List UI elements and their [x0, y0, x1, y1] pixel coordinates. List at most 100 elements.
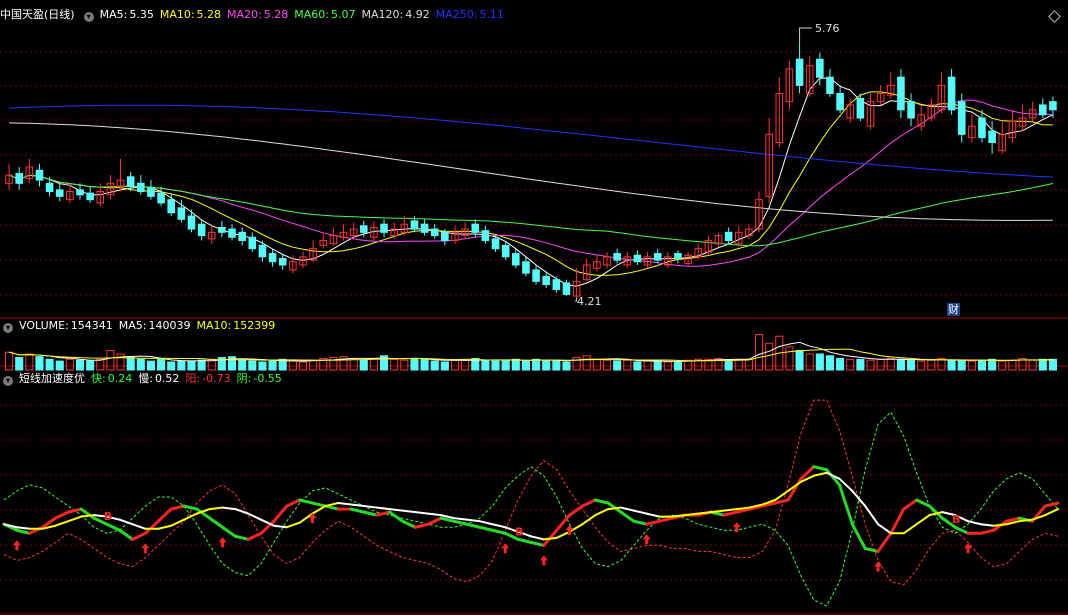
volume-bar	[15, 357, 24, 371]
volume-bar	[146, 360, 155, 371]
slow-line-segment	[54, 520, 70, 527]
volume-bar	[440, 361, 449, 371]
fast-line-segment	[388, 510, 404, 523]
volume-bar	[309, 359, 318, 371]
slow-line-segment	[427, 512, 443, 517]
volume-bar	[400, 359, 409, 371]
volume-bar	[359, 359, 368, 371]
fast-line-segment	[246, 531, 263, 541]
candle-body	[167, 199, 176, 214]
candle-body	[522, 261, 530, 274]
buy-signal-label: B	[515, 525, 523, 538]
slow-line-segment	[362, 505, 378, 509]
indicator-label: MA250:	[435, 8, 478, 21]
stock-name[interactable]: 中国天盈	[0, 8, 44, 21]
candle-body	[197, 223, 206, 237]
candle-body	[1039, 104, 1047, 116]
fast-line-segment	[156, 507, 173, 523]
oscillator-collapse-toggle-icon[interactable]: ▾	[3, 376, 13, 386]
buy-signal-label: B	[952, 513, 960, 526]
indicator-阳: 阳: -0.73	[185, 372, 230, 385]
fast-line-segment	[863, 546, 880, 553]
volume-bar	[815, 353, 824, 371]
slow-line-segment	[337, 502, 353, 506]
fast-line-segment	[131, 531, 147, 541]
volume-bar	[856, 358, 865, 371]
oscillator-name[interactable]: 短线加速度优	[19, 372, 85, 385]
finance-event-marker[interactable]: 财	[947, 303, 960, 316]
volume-bar	[724, 359, 733, 371]
volume-bar	[1028, 359, 1037, 371]
slow-line-segment	[491, 523, 507, 529]
volume-bar	[734, 358, 743, 371]
volume-bar	[592, 358, 601, 371]
candle-body	[674, 253, 682, 259]
indicator-label: 阴:	[236, 372, 252, 385]
candle-body	[552, 279, 561, 291]
indicator-value: 5.28	[263, 8, 289, 21]
indicator-label: MA120:	[361, 8, 404, 21]
indicator-value: 140039	[148, 319, 191, 332]
slow-line-segment	[915, 514, 931, 526]
candle-body	[724, 231, 733, 241]
candle-body	[481, 230, 490, 241]
fast-line-segment	[362, 510, 379, 517]
fast-line-segment	[645, 519, 662, 526]
candle-body	[76, 189, 84, 196]
candle-body	[795, 58, 804, 86]
volume-bar	[25, 353, 34, 371]
chart-canvas: B B B	[0, 27, 1068, 615]
volume-bar	[795, 349, 804, 371]
slow-line-segment	[645, 512, 661, 518]
volume-bar	[55, 360, 64, 371]
buy-arrow-icon	[874, 561, 883, 572]
candle-body	[562, 282, 571, 295]
buy-arrow-icon	[141, 543, 150, 554]
volume-bar	[177, 360, 186, 371]
indicator-快: 快: 0.24	[91, 372, 132, 385]
fast-line-segment	[812, 465, 829, 472]
ma120-line	[9, 122, 1053, 221]
volume-bar	[744, 358, 753, 371]
fast-line-segment	[876, 531, 893, 553]
volume-bar	[167, 361, 176, 371]
buy-markers: B B B	[12, 510, 973, 572]
fast-line-segment	[426, 516, 443, 526]
indicator-ma20: MA20: 5.28	[227, 8, 288, 21]
fast-line-segment	[118, 528, 135, 541]
candle-body	[957, 101, 966, 135]
indicator-value: -0.55	[253, 372, 282, 385]
volume-bar	[268, 360, 277, 371]
buy-arrow-icon	[539, 555, 548, 566]
slow-line-segment	[709, 509, 725, 514]
slow-line-segment	[247, 512, 263, 521]
candle-body	[856, 97, 865, 119]
slow-line-segment	[979, 523, 995, 527]
indicator-value: 5.11	[479, 8, 504, 21]
volume-bar	[623, 359, 632, 371]
slow-line-segment	[877, 523, 892, 535]
slow-line-segment	[632, 509, 648, 515]
indicator-label: 阳:	[185, 372, 201, 385]
volume-bar	[1038, 358, 1047, 371]
volume-collapse-toggle-icon[interactable]: ▾	[3, 323, 13, 333]
collapse-toggle-icon[interactable]: ▾	[83, 12, 94, 22]
candle-body	[228, 228, 236, 238]
candle-body	[978, 117, 986, 139]
indicator-volume: VOLUME: 154341	[19, 319, 113, 332]
volume-bar	[633, 361, 642, 371]
indicator-ma5: MA5: 5.35	[100, 8, 154, 21]
volume-bars[interactable]	[5, 333, 1057, 371]
indicator-value: 5.28	[196, 8, 222, 21]
volume-bar	[450, 359, 460, 371]
moving-average-lines	[8, 77, 1054, 287]
candle-body	[947, 76, 956, 111]
fast-line-segment	[580, 498, 597, 508]
slow-line-segment	[607, 506, 622, 511]
candlesticks[interactable]	[5, 42, 1057, 298]
candle-body	[278, 257, 287, 266]
indicator-ma250: MA250: 5.11	[436, 8, 504, 21]
volume-bar	[836, 357, 845, 371]
volume-bar	[866, 359, 875, 371]
volume-bar	[187, 360, 196, 371]
